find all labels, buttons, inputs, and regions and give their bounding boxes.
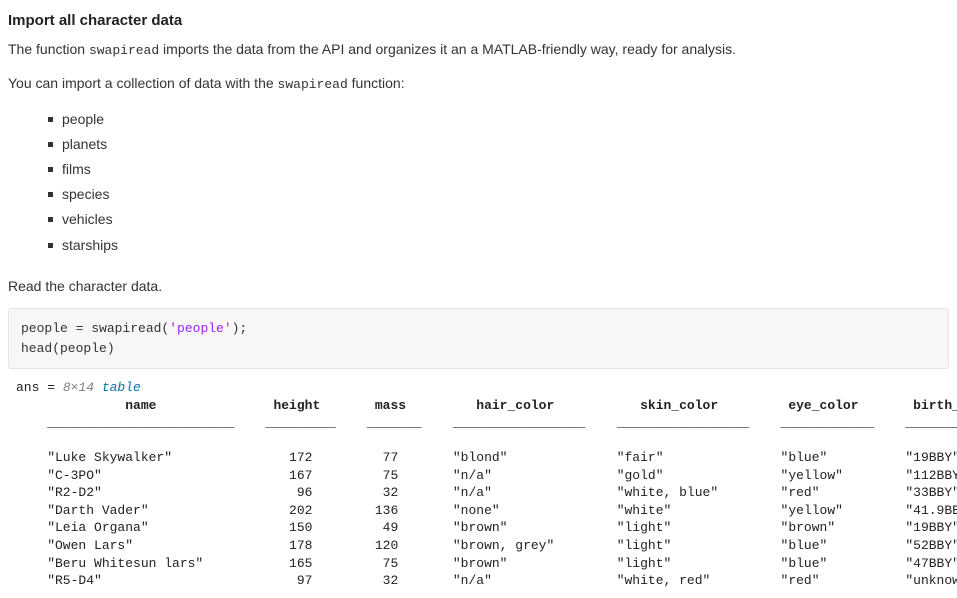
collection-list: people planets films species vehicles st… bbox=[8, 107, 949, 258]
list-item: people bbox=[48, 107, 949, 132]
code-line-1b: ); bbox=[232, 321, 248, 336]
list-item: films bbox=[48, 157, 949, 182]
code-block: people = swapiread('people'); head(peopl… bbox=[8, 308, 949, 369]
intro-paragraph-2: You can import a collection of data with… bbox=[8, 73, 949, 95]
output-block: ans = 8×14 table name height mass hair_c… bbox=[16, 379, 949, 590]
para2-text-b: function: bbox=[348, 75, 405, 91]
para1-text-b: imports the data from the API and organi… bbox=[159, 41, 736, 57]
list-item: vehicles bbox=[48, 207, 949, 232]
list-item: starships bbox=[48, 233, 949, 258]
intro-paragraph-1: The function swapiread imports the data … bbox=[8, 39, 949, 61]
para2-text-a: You can import a collection of data with… bbox=[8, 75, 278, 91]
code-line-1a: people = swapiread( bbox=[21, 321, 169, 336]
list-item: species bbox=[48, 182, 949, 207]
para1-code: swapiread bbox=[89, 43, 159, 58]
code-string-literal: 'people' bbox=[169, 321, 231, 336]
section-heading: Import all character data bbox=[8, 12, 949, 29]
para2-code: swapiread bbox=[278, 77, 348, 92]
code-line-2: head(people) bbox=[21, 341, 115, 356]
read-data-paragraph: Read the character data. bbox=[8, 276, 949, 296]
para1-text-a: The function bbox=[8, 41, 89, 57]
list-item: planets bbox=[48, 132, 949, 157]
